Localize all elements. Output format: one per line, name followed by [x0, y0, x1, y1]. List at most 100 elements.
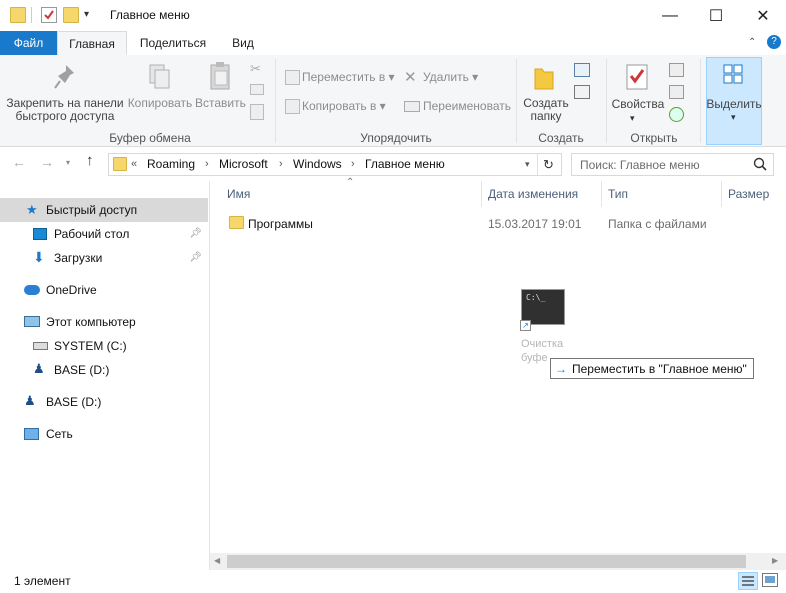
folder-icon: [10, 7, 26, 23]
pin-label-line2: быстрого доступа: [15, 109, 115, 123]
file-row[interactable]: Программы 15.03.2017 19:01 Папка с файла…: [222, 212, 782, 234]
item-count: 1 элемент: [14, 574, 71, 588]
minimize-button[interactable]: —: [647, 0, 693, 31]
address-dropdown-icon[interactable]: ▾: [525, 154, 530, 175]
column-divider[interactable]: [601, 181, 602, 207]
nav-desktop[interactable]: Рабочий стол 📌︎: [0, 222, 208, 246]
tab-view[interactable]: Вид: [221, 31, 265, 55]
new-folder-icon: [534, 65, 554, 91]
column-header-size[interactable]: Размер: [728, 187, 769, 201]
collapse-ribbon-icon[interactable]: ⌃: [748, 37, 756, 48]
nav-network[interactable]: Сеть: [0, 422, 208, 446]
scrollbar-thumb[interactable]: [227, 555, 746, 568]
copy-to-icon: [285, 99, 300, 114]
copy-path-icon[interactable]: [250, 84, 264, 95]
select-button[interactable]: Выделить ▾: [706, 57, 762, 145]
large-icons-view-button[interactable]: [762, 573, 778, 587]
nav-this-pc[interactable]: Этот компьютер: [0, 310, 208, 334]
column-header-modified[interactable]: Дата изменения: [488, 187, 578, 201]
properties-quick-icon[interactable]: [41, 7, 57, 23]
drag-ghost-label-line2: буфе: [521, 352, 548, 364]
cut-icon[interactable]: ✂: [250, 61, 261, 77]
column-divider[interactable]: [721, 181, 722, 207]
breadcrumb-separator-icon[interactable]: ›: [351, 154, 355, 175]
nav-base-d-sub[interactable]: ♟ BASE (D:): [0, 358, 208, 382]
select-dropdown-icon: ▾: [731, 112, 736, 122]
history-icon[interactable]: [669, 107, 684, 122]
divider: [31, 7, 32, 23]
help-icon[interactable]: ?: [767, 35, 781, 49]
move-to-button[interactable]: Переместить в ▾: [302, 71, 395, 84]
nav-base-d-sub-label: BASE (D:): [54, 363, 110, 377]
nav-onedrive[interactable]: OneDrive: [0, 278, 208, 302]
breadcrumb-microsoft[interactable]: Microsoft: [219, 154, 268, 175]
back-button[interactable]: ←: [12, 154, 26, 170]
pin-to-quick-access-button[interactable]: Закрепить на панели быстрого доступа: [4, 97, 126, 123]
search-icon[interactable]: [753, 157, 767, 171]
breadcrumb-separator-icon[interactable]: ›: [205, 154, 209, 175]
delete-button[interactable]: Удалить ▾: [423, 71, 478, 84]
nav-base-d[interactable]: ♟ BASE (D:): [0, 390, 208, 414]
breadcrumb-separator-icon[interactable]: ›: [279, 154, 283, 175]
maximize-button[interactable]: ☐: [693, 0, 739, 31]
search-input[interactable]: Поиск: Главное меню: [580, 158, 700, 172]
copy-button[interactable]: Копировать: [126, 97, 194, 110]
properties-button[interactable]: Свойства: [609, 98, 667, 111]
new-group-label: Создать: [538, 131, 584, 145]
breadcrumb-overflow[interactable]: «: [131, 154, 137, 175]
group-separator: [275, 59, 276, 143]
paste-button[interactable]: Вставить: [195, 97, 246, 110]
select-grid-icon: [723, 64, 743, 84]
paste-shortcut-icon[interactable]: [250, 104, 264, 120]
file-type: Папка с файлами: [608, 217, 707, 231]
edit-icon[interactable]: [669, 85, 684, 99]
properties-dropdown-icon[interactable]: ▾: [630, 113, 635, 124]
nav-downloads[interactable]: ⬇ Загрузки 📌︎: [0, 246, 208, 270]
window-title: Главное меню: [110, 8, 190, 22]
nav-quick-access[interactable]: ★ Быстрый доступ: [0, 198, 208, 222]
column-header-type[interactable]: Тип: [608, 187, 628, 201]
recent-locations-icon[interactable]: ▾: [66, 158, 70, 167]
breadcrumb-start-menu[interactable]: Главное меню: [365, 154, 445, 175]
drag-tooltip: → Переместить в "Главное меню": [550, 358, 754, 379]
nav-onedrive-label: OneDrive: [46, 283, 97, 297]
copy-to-button[interactable]: Копировать в ▾: [302, 100, 386, 113]
new-folder-quick-icon[interactable]: [63, 7, 79, 23]
refresh-icon[interactable]: ↻: [543, 154, 554, 175]
network-icon: [24, 428, 39, 440]
pinned-icon: 📌︎: [189, 228, 202, 239]
address-bar[interactable]: « Roaming › Microsoft › Windows › Главно…: [108, 153, 562, 176]
up-button[interactable]: ↑: [86, 152, 94, 169]
search-box[interactable]: Поиск: Главное меню: [571, 153, 774, 176]
open-icon[interactable]: [669, 63, 684, 77]
new-item-icon[interactable]: [574, 63, 590, 77]
nav-system-c[interactable]: SYSTEM (C:): [0, 334, 208, 358]
ribbon: Закрепить на панели быстрого доступа Коп…: [0, 55, 786, 147]
delete-icon: ✕: [404, 69, 417, 86]
scroll-right-icon[interactable]: ▶: [772, 556, 778, 565]
breadcrumb-roaming[interactable]: Roaming: [147, 154, 195, 175]
group-separator: [516, 59, 517, 143]
easy-access-icon[interactable]: [574, 85, 590, 99]
tab-share[interactable]: Поделиться: [131, 31, 215, 55]
customize-quick-access-icon[interactable]: ▾: [84, 9, 100, 25]
column-divider[interactable]: [481, 181, 482, 207]
scroll-left-icon[interactable]: ◀: [214, 556, 220, 565]
user-drive-icon: ♟: [24, 393, 36, 408]
new-folder-button[interactable]: Создать папку: [520, 97, 572, 123]
horizontal-scrollbar[interactable]: ◀ ▶: [210, 553, 786, 570]
close-button[interactable]: ✕: [740, 0, 786, 31]
console-text: C:\_: [526, 293, 546, 302]
rename-button[interactable]: Переименовать: [423, 100, 511, 113]
breadcrumb-windows[interactable]: Windows: [293, 154, 342, 175]
tab-home[interactable]: Главная: [57, 31, 127, 56]
nav-quick-access-label: Быстрый доступ: [46, 203, 138, 217]
computer-icon: [24, 316, 40, 327]
tab-file[interactable]: Файл: [0, 31, 57, 55]
forward-button[interactable]: →: [40, 154, 54, 170]
nav-desktop-label: Рабочий стол: [54, 227, 130, 241]
column-header-name[interactable]: Имя: [227, 187, 250, 201]
details-view-button[interactable]: [738, 572, 758, 590]
divider: [537, 154, 538, 175]
nav-this-pc-label: Этот компьютер: [46, 315, 136, 329]
